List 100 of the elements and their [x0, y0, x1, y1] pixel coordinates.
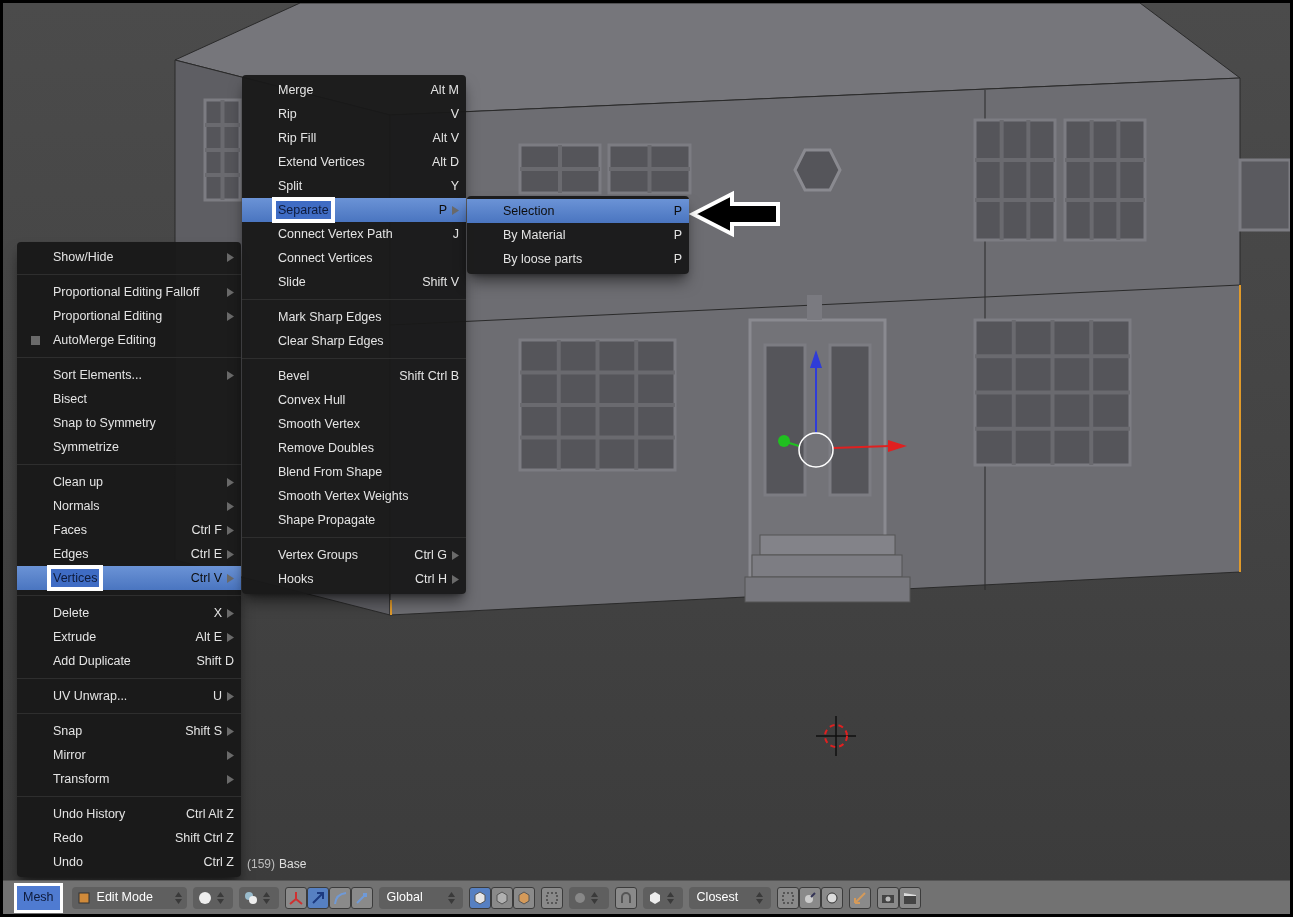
menu-item-label: Blend From Shape — [278, 463, 383, 481]
cube-icon — [494, 890, 509, 905]
menu-item[interactable]: Snap to Symmetry — [17, 411, 241, 435]
menu-item[interactable]: Connect Vertex Path J — [242, 222, 466, 246]
manipulator-button[interactable] — [350, 886, 373, 909]
menu-item[interactable]: Symmetrize — [17, 435, 241, 459]
menu-item[interactable]: Edges Ctrl E — [17, 542, 241, 566]
menu-item-label: Split — [278, 177, 303, 195]
menu-item-label: Extend Vertices — [278, 153, 365, 171]
menu-item[interactable]: Undo Ctrl Z — [17, 850, 241, 874]
menu-item[interactable]: Normals — [17, 494, 241, 518]
menu-item[interactable]: Smooth Vertex Weights — [242, 484, 466, 508]
curve-icon — [332, 890, 347, 905]
checkbox[interactable] — [30, 335, 40, 345]
updown-arrows-icon — [216, 891, 224, 904]
menu-item[interactable]: Transform — [17, 767, 241, 791]
manipulator-button[interactable] — [284, 886, 307, 909]
menu-item[interactable]: Add Duplicate Shift D — [17, 649, 241, 673]
menu-item[interactable]: AutoMerge Editing — [17, 328, 241, 352]
menu-item[interactable]: Proportional Editing Falloff — [17, 280, 241, 304]
menu-item[interactable]: Selection P — [467, 199, 689, 223]
menu-item[interactable]: Rip Fill Alt V — [242, 126, 466, 150]
menu-item[interactable]: UV Unwrap... U — [17, 684, 241, 708]
select-mode-button[interactable] — [512, 886, 535, 909]
pivot-dropdown[interactable] — [238, 886, 279, 909]
menu-item-label: Sort Elements... — [53, 366, 142, 384]
snap-target-dropdown[interactable]: Closest — [688, 886, 771, 909]
menu-item-label: Selection — [503, 202, 555, 220]
menu-item[interactable]: Sort Elements... — [17, 363, 241, 387]
submenu-arrow-icon — [227, 750, 234, 760]
manipulator-button[interactable] — [328, 886, 351, 909]
menu-item-label: AutoMerge Editing — [53, 331, 156, 349]
snap-option-button[interactable] — [798, 886, 821, 909]
menu-item[interactable]: Blend From Shape — [242, 460, 466, 484]
menu-item[interactable]: Bevel Shift Ctrl B — [242, 364, 466, 388]
menu-item[interactable]: Extrude Alt E — [17, 625, 241, 649]
menu-item[interactable]: Separate P — [242, 198, 466, 222]
select-mode-button[interactable] — [468, 886, 491, 909]
shortcut-label: Shift Ctrl B — [399, 367, 459, 385]
occlude-button[interactable] — [540, 886, 563, 909]
menu-item[interactable]: Faces Ctrl F — [17, 518, 241, 542]
menu-item[interactable]: Snap Shift S — [17, 719, 241, 743]
menu-item[interactable]: Merge Alt M — [242, 78, 466, 102]
menu-item[interactable]: Mark Sharp Edges — [242, 305, 466, 329]
menu-item-label: Undo — [53, 853, 83, 871]
mode-dropdown[interactable]: Edit Mode — [71, 886, 187, 909]
circle-icon — [573, 891, 586, 904]
snap-element-dropdown[interactable] — [642, 886, 683, 909]
menu-item-label: Hooks — [278, 570, 314, 588]
animation-button[interactable] — [898, 886, 921, 909]
menu-item[interactable]: Redo Shift Ctrl Z — [17, 826, 241, 850]
menu-item[interactable]: Clear Sharp Edges — [242, 329, 466, 353]
mesh-menu-button[interactable]: Mesh — [17, 885, 60, 910]
menu-item[interactable]: Convex Hull — [242, 388, 466, 412]
render-button[interactable] — [876, 886, 899, 909]
updown-arrows-icon — [666, 891, 674, 904]
magnet-icon — [618, 890, 633, 905]
menu-item[interactable]: Shape Propagate — [242, 508, 466, 532]
shortcut-label: Shift S — [185, 722, 222, 740]
menu-item[interactable]: Remove Doubles — [242, 436, 466, 460]
manipulator-button[interactable] — [306, 886, 329, 909]
menu-item-label: Delete — [53, 604, 90, 622]
menu-item[interactable]: By loose parts P — [467, 247, 689, 271]
menu-item-label: UV Unwrap... — [53, 687, 128, 705]
menu-item[interactable]: By Material P — [467, 223, 689, 247]
menu-item[interactable]: Extend Vertices Alt D — [242, 150, 466, 174]
submenu-arrow-icon — [452, 574, 459, 584]
menu-item[interactable]: Smooth Vertex — [242, 412, 466, 436]
cube-icon — [76, 890, 91, 905]
menu-item[interactable]: Split Y — [242, 174, 466, 198]
orientation-dropdown[interactable]: Global — [378, 886, 463, 909]
menu-item[interactable]: Show/Hide — [17, 245, 241, 269]
cube-icon — [472, 890, 487, 905]
select-mode-button[interactable] — [490, 886, 513, 909]
snap-button[interactable] — [614, 886, 637, 909]
menu-item[interactable]: Slide Shift V — [242, 270, 466, 294]
submenu-arrow-icon — [452, 550, 459, 560]
snap-option-button[interactable] — [820, 886, 843, 909]
menu-item[interactable]: Undo History Ctrl Alt Z — [17, 802, 241, 826]
shortcut-label: P — [673, 226, 682, 244]
frame-number: (159) — [247, 856, 275, 873]
proportional-dropdown[interactable] — [568, 886, 609, 909]
menu-item[interactable]: Clean up — [17, 470, 241, 494]
menu-item-label: Undo History — [53, 805, 126, 823]
menu-item[interactable]: Proportional Editing — [17, 304, 241, 328]
shading-dropdown[interactable] — [192, 886, 233, 909]
shortcut-label: Shift D — [196, 652, 234, 670]
menu-item[interactable]: Bisect — [17, 387, 241, 411]
cube-icon — [647, 890, 662, 905]
menu-item[interactable]: Hooks Ctrl H — [242, 567, 466, 591]
menu-item[interactable]: Mirror — [17, 743, 241, 767]
menu-item[interactable]: Delete X — [17, 601, 241, 625]
menu-item[interactable]: Rip V — [242, 102, 466, 126]
submenu-arrow-icon — [227, 311, 234, 321]
menu-item-label: Add Duplicate — [53, 652, 131, 670]
menu-item[interactable]: Connect Vertices — [242, 246, 466, 270]
menu-item[interactable]: Vertex Groups Ctrl G — [242, 543, 466, 567]
mirror-button[interactable] — [848, 886, 871, 909]
menu-item[interactable]: Vertices Ctrl V — [17, 566, 241, 590]
menu-item-label: Normals — [53, 497, 100, 515]
